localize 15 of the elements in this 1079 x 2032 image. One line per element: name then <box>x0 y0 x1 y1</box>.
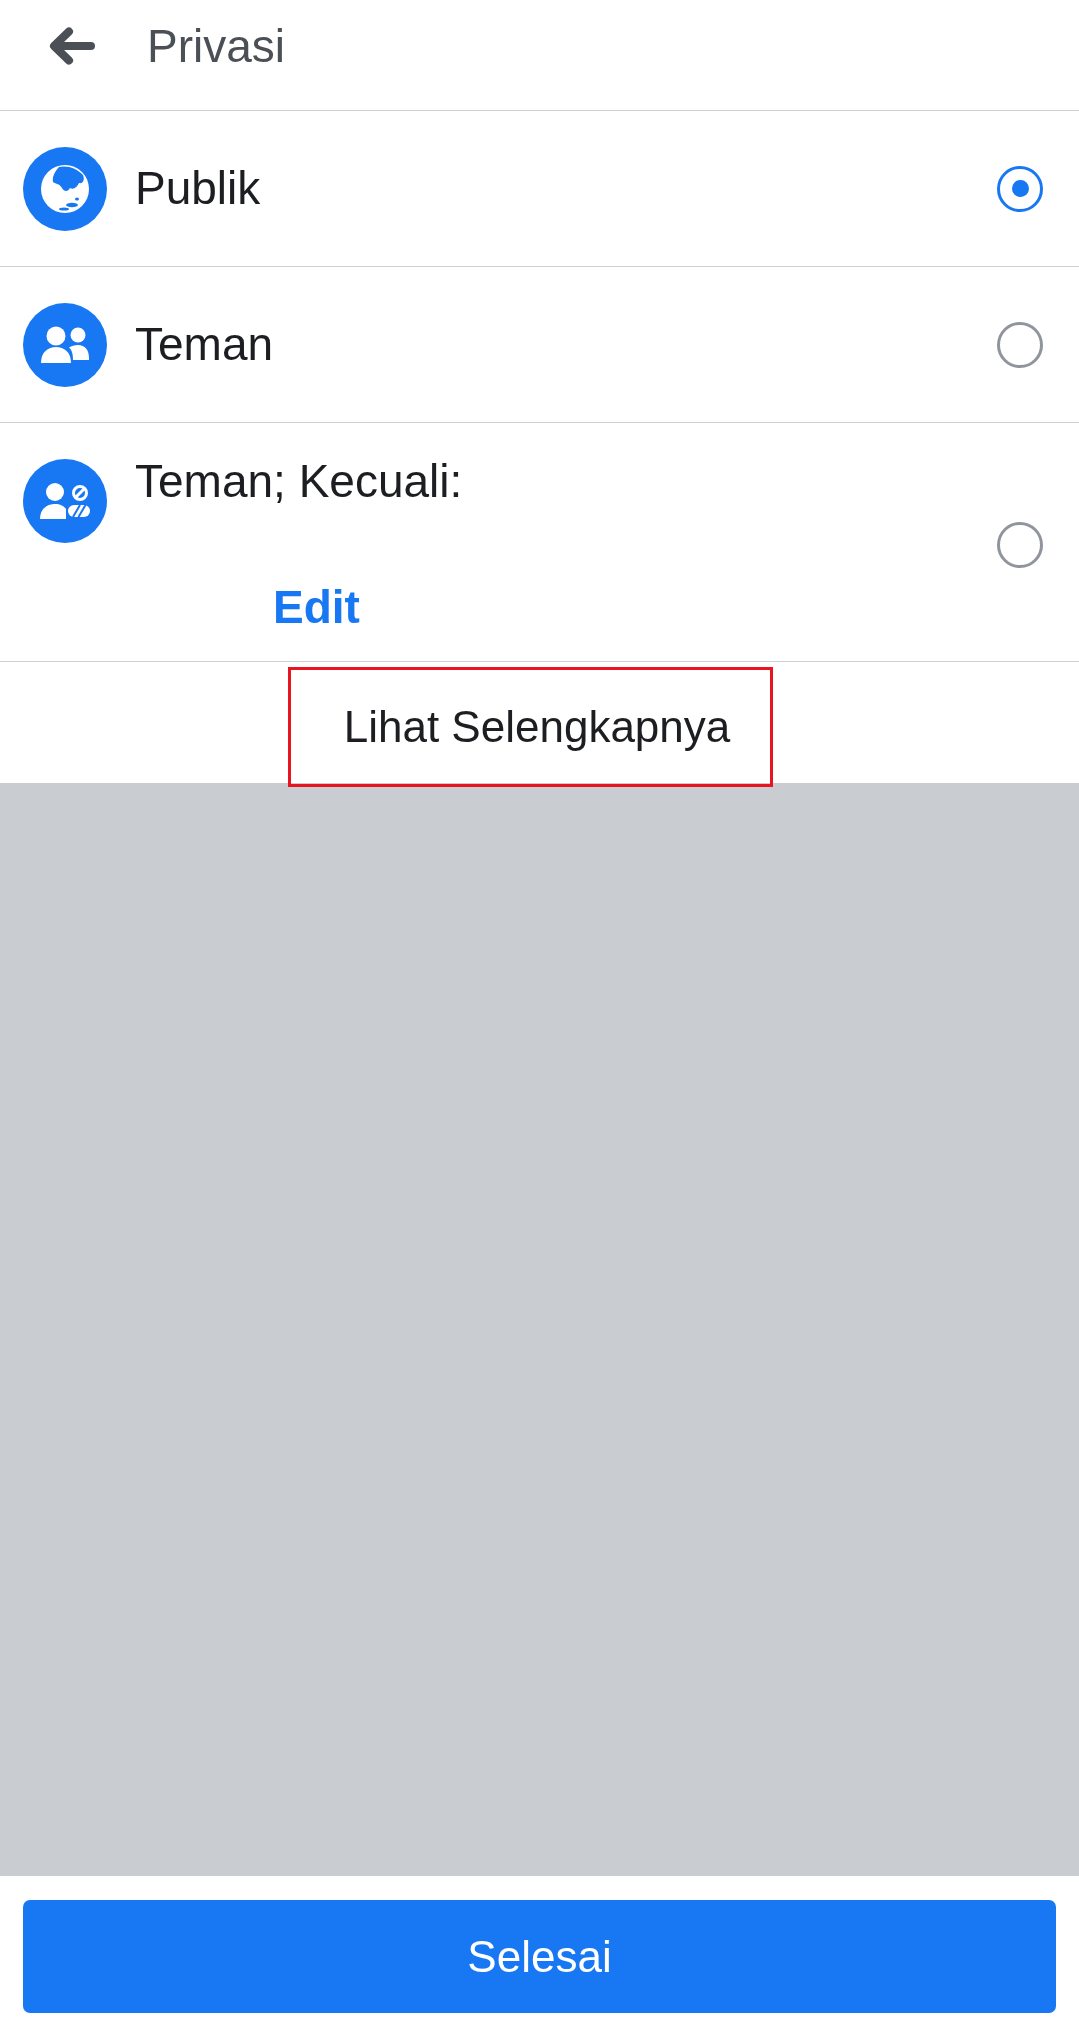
see-more-button[interactable]: Lihat Selengkapnya <box>343 701 731 753</box>
screen-title: Privasi <box>147 23 286 69</box>
radio-button[interactable] <box>997 321 1043 368</box>
option-label: Teman; Kecuali: <box>135 454 463 509</box>
person-blocked-icon <box>23 459 107 543</box>
radio-button[interactable] <box>997 521 1043 568</box>
back-arrow-icon <box>47 27 95 65</box>
back-button[interactable] <box>47 27 95 65</box>
edit-link[interactable]: Edit <box>273 576 360 639</box>
option-label: Publik <box>135 161 261 216</box>
people-icon <box>23 302 107 387</box>
done-button[interactable]: Selesai <box>23 1900 1056 2013</box>
option-label: Teman <box>135 317 274 372</box>
globe-icon <box>23 146 107 231</box>
radio-button[interactable] <box>997 165 1043 212</box>
